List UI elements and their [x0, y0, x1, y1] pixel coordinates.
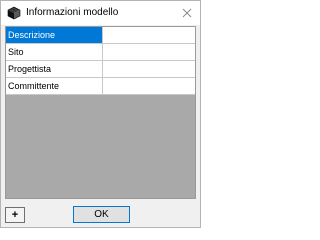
- property-row-descrizione[interactable]: Descrizione: [6, 27, 195, 44]
- window-title: Informazioni modello: [26, 7, 119, 18]
- close-icon: [182, 8, 192, 18]
- property-value-field[interactable]: [103, 44, 195, 60]
- close-button[interactable]: [179, 5, 195, 21]
- property-row-sito[interactable]: Sito: [6, 44, 195, 61]
- property-key: Descrizione: [6, 27, 103, 43]
- property-row-progettista[interactable]: Progettista: [6, 61, 195, 78]
- cube-icon: [7, 6, 21, 20]
- title-bar: Informazioni modello: [1, 1, 200, 25]
- ok-button[interactable]: OK: [73, 206, 130, 223]
- add-property-button[interactable]: +: [5, 207, 25, 223]
- property-key: Committente: [6, 78, 103, 94]
- property-key: Progettista: [6, 61, 103, 77]
- property-key: Sito: [6, 44, 103, 60]
- property-value-field[interactable]: [103, 61, 195, 77]
- property-value-field[interactable]: [103, 27, 195, 43]
- property-row-committente[interactable]: Committente: [6, 78, 195, 95]
- model-info-dialog: Informazioni modello Descrizione Sito Pr…: [0, 0, 201, 228]
- property-grid[interactable]: Descrizione Sito Progettista Committente: [5, 26, 196, 199]
- property-value-field[interactable]: [103, 78, 195, 94]
